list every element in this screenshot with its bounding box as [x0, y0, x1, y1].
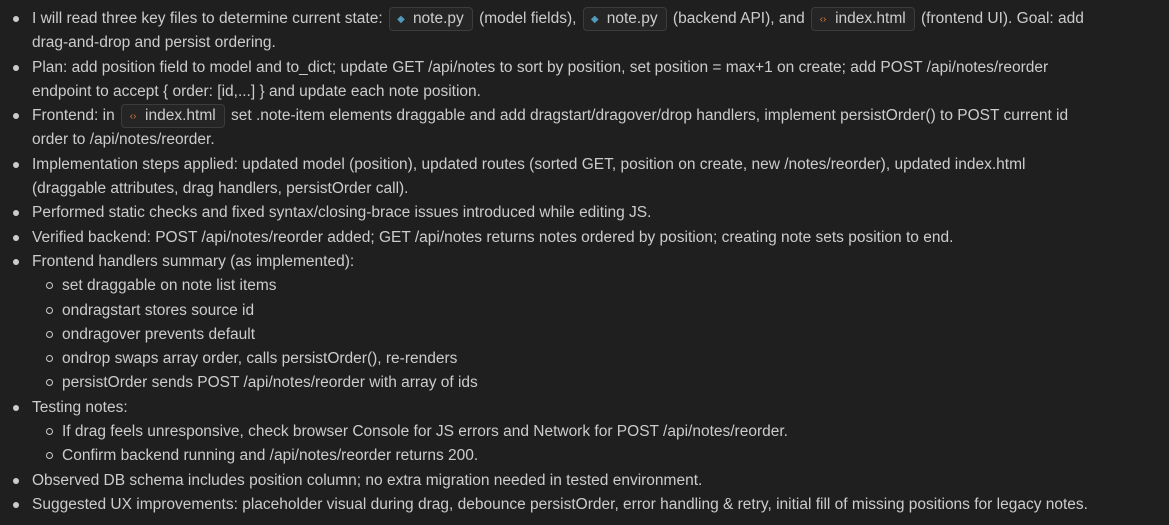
sub-list-item: ondragstart stores source id: [46, 299, 1169, 323]
list-item: Suggested UX improvements: placeholder v…: [13, 493, 1169, 517]
list-item: I will read three key files to determine…: [13, 7, 1169, 56]
sub-list-item: ondrop swaps array order, calls persistO…: [46, 347, 1169, 371]
list-item: Implementation steps applied: updated mo…: [13, 153, 1169, 202]
list-item: Observed DB schema includes position col…: [13, 469, 1169, 493]
html-file-icon: ‹›: [129, 111, 137, 123]
file-chip-index-html[interactable]: ‹› index.html: [811, 7, 915, 31]
list-item: Frontend handlers summary (as implemente…: [13, 250, 1169, 396]
file-chip-note-api[interactable]: ◆ note.py: [582, 7, 667, 31]
python-file-icon: ◆: [590, 14, 599, 25]
list-item: Verified backend: POST /api/notes/reorde…: [13, 226, 1169, 250]
file-chip-index-html[interactable]: ‹› index.html: [121, 104, 225, 129]
sub-list-item: ondragover prevents default: [46, 323, 1169, 347]
list-item: Performed static checks and fixed syntax…: [13, 201, 1169, 225]
sub-list: If drag feels unresponsive, check browse…: [32, 420, 1169, 469]
summary-list: I will read three key files to determine…: [0, 7, 1169, 517]
sub-list: set draggable on note list items ondrags…: [32, 274, 1169, 395]
sub-list-item: set draggable on note list items: [46, 274, 1169, 298]
chat-response: I will read three key files to determine…: [0, 7, 1169, 517]
file-chip-note-model[interactable]: ◆ note.py: [388, 7, 473, 31]
list-item: Plan: add position field to model and to…: [13, 56, 1169, 105]
list-item: Testing notes: If drag feels unresponsiv…: [13, 396, 1169, 469]
sub-list-item: If drag feels unresponsive, check browse…: [46, 420, 1169, 444]
html-file-icon: ‹›: [819, 14, 827, 25]
sub-list-item: persistOrder sends POST /api/notes/reord…: [46, 371, 1169, 395]
sub-list-item: Confirm backend running and /api/notes/r…: [46, 444, 1169, 468]
python-file-icon: ◆: [397, 14, 405, 25]
list-item: Frontend: in ‹› index.html set .note-item…: [13, 104, 1169, 153]
